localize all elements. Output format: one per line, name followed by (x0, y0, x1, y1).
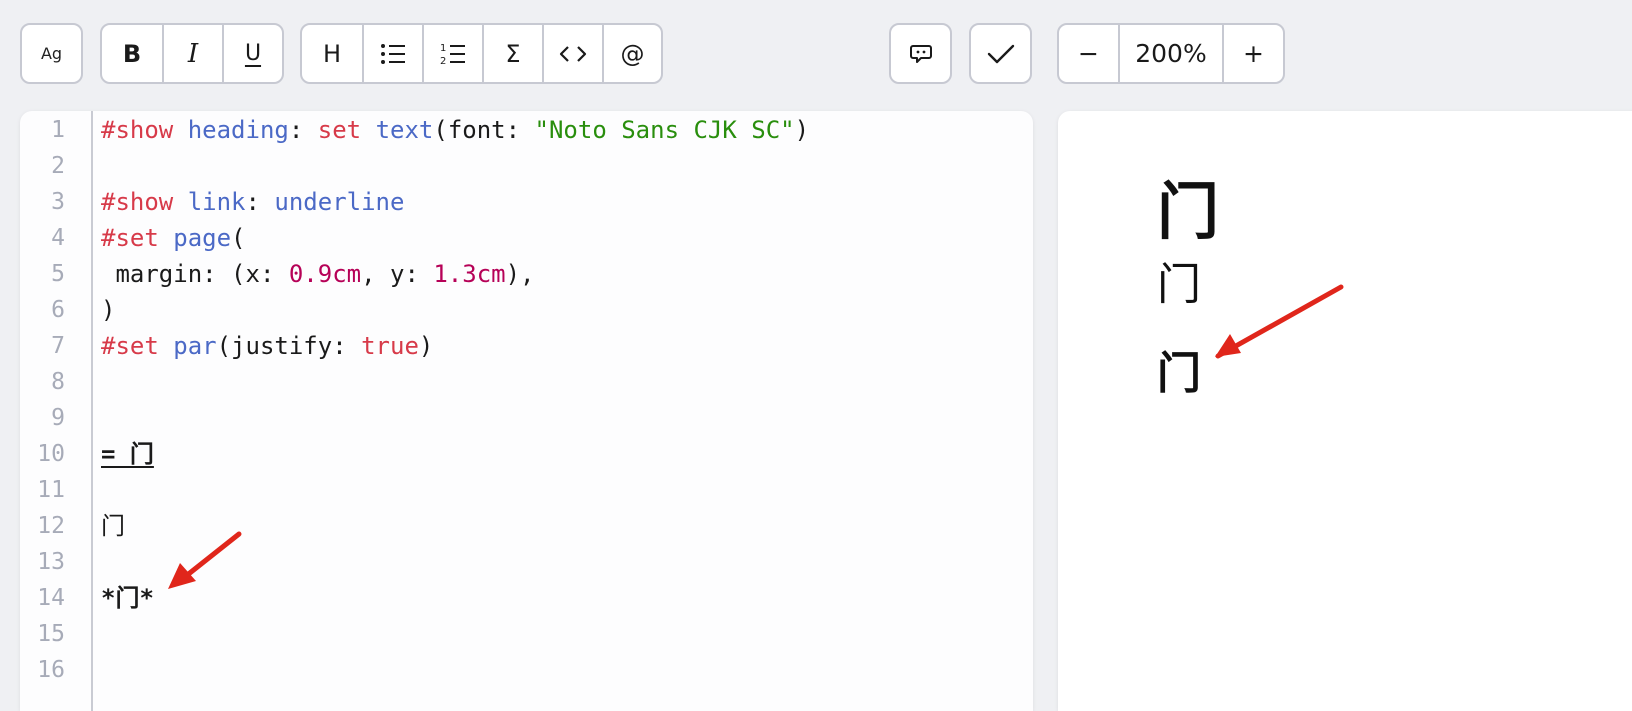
code-line-14[interactable]: *门* (101, 580, 154, 616)
zoom-in-button[interactable]: + (1222, 25, 1283, 82)
preview-bold-text: 门 (1157, 348, 1201, 399)
line-number: 7 (51, 333, 65, 359)
function-name: underline (274, 188, 405, 216)
code-line-4[interactable]: #set page( (101, 220, 246, 256)
format-group: B I U (100, 23, 284, 84)
punct (159, 224, 173, 252)
line-number: 13 (37, 549, 65, 575)
keyword: #set (101, 332, 159, 360)
line-number-gutter: 1 2 3 4 5 6 7 8 9 10 11 12 13 14 15 16 (20, 111, 93, 711)
keyword: #show (101, 188, 174, 216)
keyword: #set (101, 224, 159, 252)
line-number: 15 (37, 621, 65, 647)
code-line-5[interactable]: margin: (x: 0.9cm, y: 1.3cm), (101, 256, 535, 292)
bullet-list-button[interactable] (362, 25, 422, 82)
annotation-arrow (1215, 284, 1344, 359)
zoom-out-button[interactable]: − (1059, 25, 1118, 82)
punct: : (245, 188, 275, 216)
numbered-list-button[interactable]: 1 2 (422, 25, 482, 82)
punct: ), (505, 260, 535, 288)
code-line-12[interactable]: 门 (101, 508, 125, 544)
line-number: 2 (51, 153, 65, 179)
function-name: link (187, 188, 246, 216)
code-icon (559, 44, 587, 64)
line-number: 16 (37, 657, 65, 683)
bullet-list-icon (380, 42, 406, 66)
line-number: 1 (51, 117, 65, 143)
punct: ) (418, 332, 434, 360)
svg-text:1: 1 (440, 43, 446, 54)
font-button[interactable]: Ag (22, 25, 81, 82)
punct (173, 188, 187, 216)
insert-group: H 1 2 Σ @ (300, 23, 663, 84)
italic-button[interactable]: I (162, 25, 222, 82)
zoom-group: − 200% + (1057, 23, 1285, 84)
line-number: 4 (51, 225, 65, 251)
preview-normal-text: 门 (1157, 259, 1201, 310)
code-line-6[interactable]: ) (101, 292, 115, 328)
comment-icon (909, 43, 933, 65)
number-literal: 0.9cm (288, 260, 362, 288)
punct: ) (794, 116, 810, 144)
mention-button[interactable]: @ (602, 25, 661, 82)
punct: (justify: (216, 332, 362, 360)
font-group: Ag (20, 23, 83, 84)
function-name: text (375, 116, 434, 144)
code-button[interactable] (542, 25, 602, 82)
comment-group (889, 23, 952, 84)
math-button[interactable]: Σ (482, 25, 542, 82)
check-button[interactable] (971, 25, 1030, 82)
punct: (font: (433, 116, 535, 144)
zoom-level: 200% (1118, 25, 1222, 82)
punct: , y: (361, 260, 434, 288)
keyword: set (317, 116, 362, 144)
keyword: #show (101, 116, 174, 144)
punct (361, 116, 375, 144)
string-literal: "Noto Sans CJK SC" (534, 116, 795, 144)
punct: margin: (x: (101, 260, 289, 288)
punct: ) (101, 296, 116, 324)
function-name: par (173, 332, 217, 360)
code-line-1[interactable]: #show heading: set text(font: "Noto Sans… (101, 112, 809, 148)
comment-button[interactable] (891, 25, 950, 82)
line-number: 5 (51, 261, 65, 287)
line-number: 3 (51, 189, 65, 215)
line-number: 11 (37, 477, 65, 503)
check-group (969, 23, 1032, 84)
line-number: 14 (37, 585, 65, 611)
bold-button[interactable]: B (102, 25, 162, 82)
svg-text:2: 2 (440, 56, 446, 67)
code-editor[interactable]: 1 2 3 4 5 6 7 8 9 10 11 12 13 14 15 16 #… (20, 111, 1033, 711)
underline-button[interactable]: U (222, 25, 282, 82)
punct: ( (231, 224, 246, 252)
numbered-list-icon: 1 2 (440, 41, 466, 67)
number-literal: 1.3cm (433, 260, 506, 288)
line-number: 12 (37, 513, 65, 539)
line-number: 8 (51, 369, 65, 395)
code-line-3[interactable]: #show link: underline (101, 184, 404, 220)
line-number: 6 (51, 297, 65, 323)
boolean-literal: true (361, 332, 419, 360)
function-name: heading (187, 116, 289, 144)
punct (159, 332, 173, 360)
function-name: page (173, 224, 232, 252)
code-line-7[interactable]: #set par(justify: true) (101, 328, 433, 364)
code-line-10[interactable]: = 门 (101, 436, 154, 472)
preview-heading: 门 (1157, 175, 1220, 248)
line-number: 9 (51, 405, 65, 431)
preview-pane[interactable]: 门 门 门 (1058, 111, 1632, 711)
check-icon (987, 43, 1015, 65)
punct: : (288, 116, 318, 144)
line-number: 10 (37, 441, 65, 467)
heading-button[interactable]: H (302, 25, 362, 82)
